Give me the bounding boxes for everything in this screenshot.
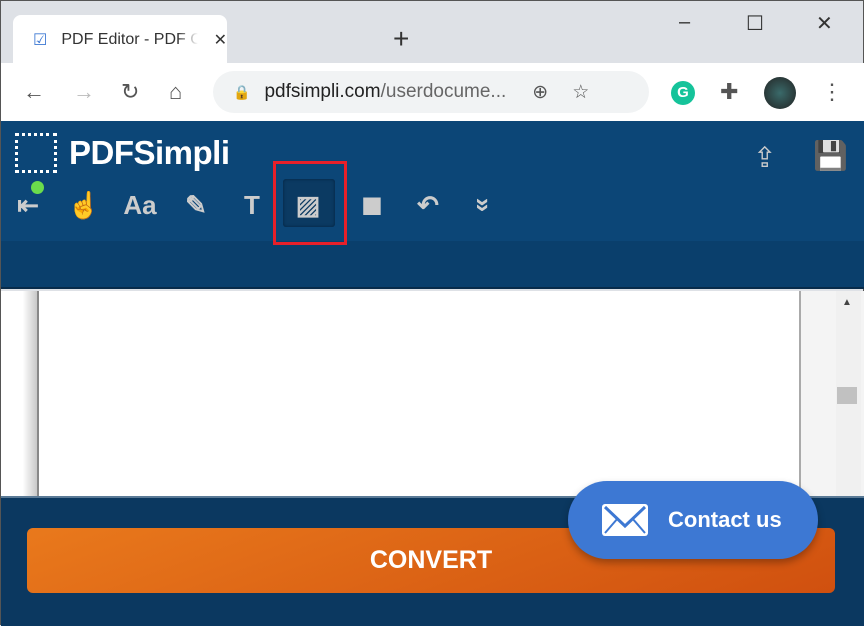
- logo-text: PDFSimpli: [69, 134, 230, 171]
- star-icon[interactable]: ☆: [572, 81, 589, 104]
- save-icon[interactable]: 💾: [813, 139, 848, 172]
- lock-icon: 🔒: [233, 83, 251, 100]
- extensions-icon[interactable]: ✚: [720, 79, 738, 105]
- forward-button[interactable]: →: [73, 79, 95, 105]
- left-gutter: [1, 291, 37, 496]
- hand-tool-icon[interactable]: ☝: [67, 187, 101, 223]
- back-button[interactable]: ←: [23, 79, 45, 105]
- pdfsimpli-logo: PDFSimpli: [15, 133, 230, 173]
- scrollbar[interactable]: ▲: [836, 291, 861, 496]
- reload-button[interactable]: ↻: [121, 79, 139, 105]
- share-icon[interactable]: ⇪: [753, 141, 776, 174]
- home-button[interactable]: ⌂: [169, 79, 182, 105]
- tab-title: PDF Editor - PDF Conversion Made Easy: [61, 31, 198, 48]
- browser-menu-icon[interactable]: ⋮: [821, 79, 843, 105]
- undo-tool-icon[interactable]: ↶: [411, 187, 445, 223]
- highlight-box: [273, 161, 347, 245]
- pdf-favicon-icon: ☑: [33, 32, 48, 49]
- tab-close-icon[interactable]: ✕: [214, 30, 227, 50]
- profile-avatar[interactable]: [764, 77, 796, 109]
- more-tool-icon[interactable]: »: [466, 188, 502, 222]
- textbox-tool-icon[interactable]: T: [235, 187, 269, 223]
- shape-tool-icon[interactable]: ■: [355, 184, 389, 225]
- contact-us-label: Contact us: [668, 507, 782, 532]
- edit-tool-icon[interactable]: ✎: [179, 187, 213, 223]
- status-dot: [31, 181, 44, 194]
- new-tab-button[interactable]: +: [393, 23, 409, 55]
- logo-check-icon: [15, 133, 57, 173]
- zoom-icon[interactable]: ⊕: [532, 81, 548, 104]
- mail-icon: [602, 504, 648, 536]
- contact-us-button[interactable]: Contact us: [568, 481, 818, 559]
- url-path: /userdocume...: [380, 81, 507, 102]
- scroll-up-icon[interactable]: ▲: [842, 297, 852, 308]
- address-bar[interactable]: 🔒 pdfsimpli.com/userdocume... ⊕ ☆: [213, 71, 649, 113]
- text-tool-icon[interactable]: Aa: [123, 187, 157, 223]
- grammarly-icon[interactable]: G: [671, 81, 695, 105]
- url-domain: pdfsimpli.com: [264, 81, 381, 102]
- close-window-button[interactable]: ✕: [816, 11, 833, 36]
- browser-tab[interactable]: ☑ PDF Editor - PDF Conversion Made Easy …: [13, 15, 227, 65]
- scroll-thumb[interactable]: [837, 387, 857, 404]
- app-subbar: [1, 241, 864, 289]
- maximize-button[interactable]: ☐: [746, 11, 764, 36]
- minimize-button[interactable]: –: [679, 11, 690, 34]
- pdf-page[interactable]: [37, 291, 801, 496]
